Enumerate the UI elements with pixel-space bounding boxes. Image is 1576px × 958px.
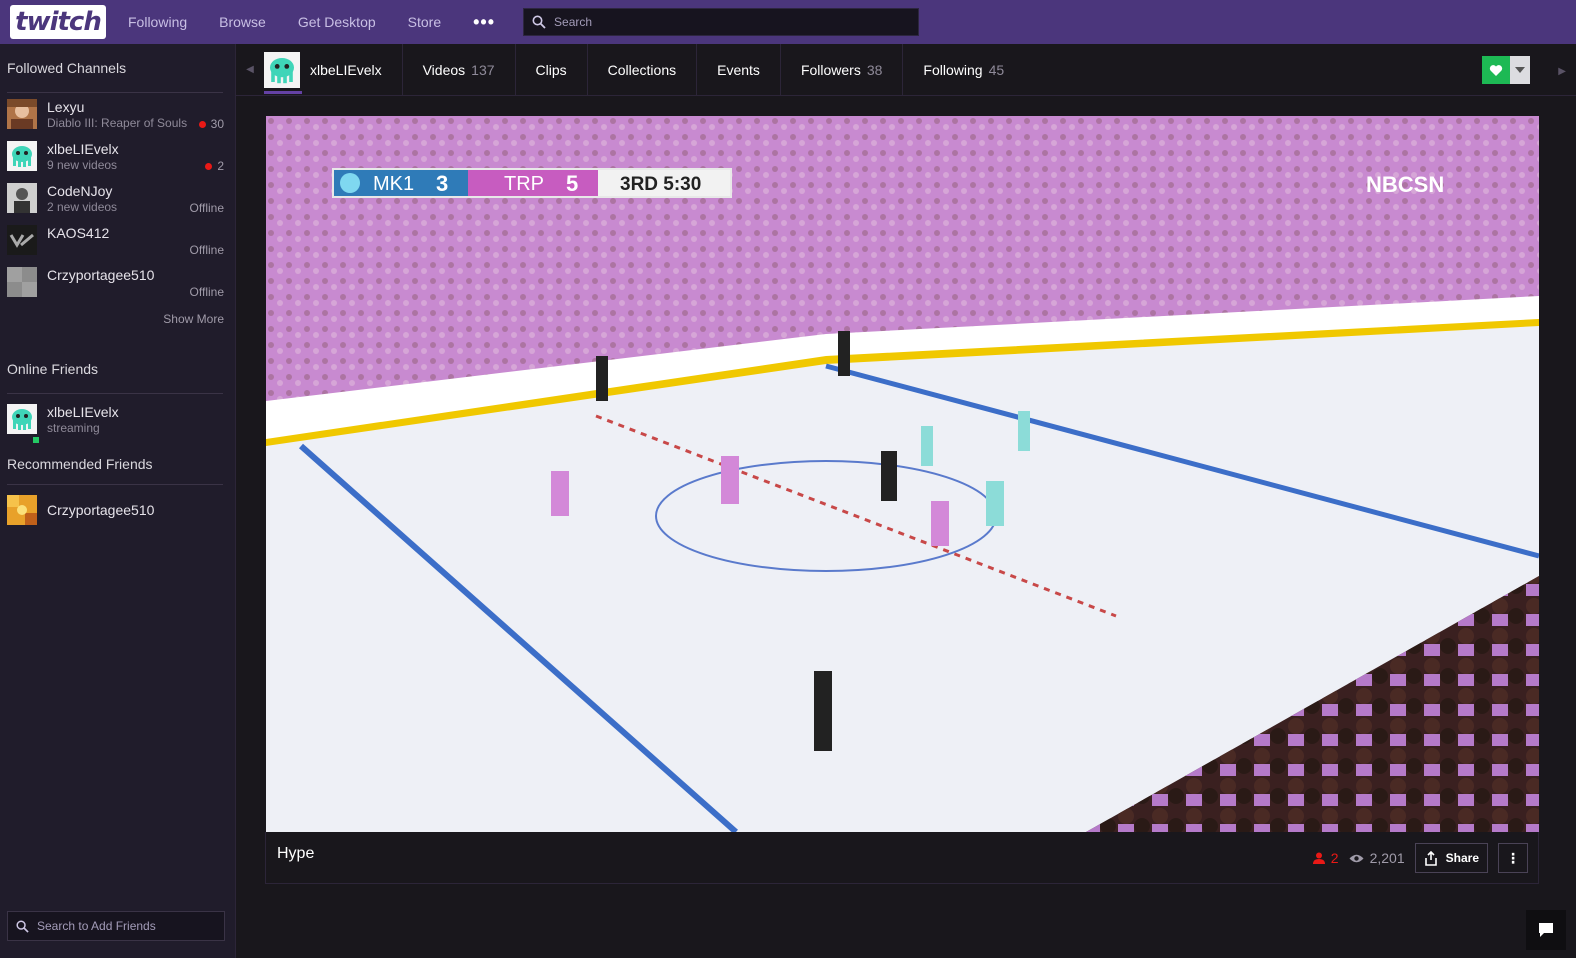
nav-more-button[interactable]: •••: [473, 12, 495, 33]
eye-icon: [1349, 854, 1364, 862]
tab-label: Events: [717, 61, 760, 78]
tab-videos[interactable]: Videos 137: [403, 43, 516, 96]
channel-owner[interactable]: xlbeLIEvelx: [264, 43, 403, 96]
nav-get-desktop[interactable]: Get Desktop: [298, 14, 376, 30]
score-team1: MK1: [373, 173, 414, 195]
friend-search-input[interactable]: [37, 919, 217, 933]
offline-label: Offline: [189, 243, 224, 257]
share-label: Share: [1445, 851, 1479, 865]
channel-bar: ◀ xlbeLIEvelx Videos 137 Clips Collection…: [236, 43, 1576, 96]
search-bar[interactable]: [523, 8, 920, 36]
viewer-count: 30: [210, 117, 224, 131]
friend-status: streaming: [47, 421, 100, 435]
show-more-link[interactable]: Show More: [0, 307, 235, 331]
offline-label: Offline: [189, 201, 224, 215]
recommended-friends-heading: Recommended Friends: [7, 456, 153, 472]
top-nav: twitch Following Browse Get Desktop Stor…: [0, 0, 1576, 44]
avatar: [7, 404, 37, 434]
network-logo: NBCSN: [1366, 172, 1444, 197]
channel-item-codenjoy[interactable]: CodeNJoy 2 new videos Offline: [0, 177, 235, 219]
search-icon: [16, 919, 29, 933]
nav-following[interactable]: Following: [128, 14, 187, 30]
nav-browse[interactable]: Browse: [219, 14, 266, 30]
avatar: [7, 267, 37, 297]
clip-title: Hype: [277, 844, 315, 862]
chat-icon: [1539, 923, 1553, 937]
online-status-icon: [32, 436, 40, 444]
tab-collections[interactable]: Collections: [588, 43, 698, 96]
hockey-game-frame: MK1 3 TRP 5 3RD 5:30 NBCSN: [266, 116, 1539, 832]
twitch-logo[interactable]: twitch: [10, 5, 106, 39]
tab-followers[interactable]: Followers 38: [781, 43, 904, 96]
view-count: 2,201: [1369, 850, 1405, 866]
channel-item-lexyu[interactable]: Lexyu Diablo III: Reaper of Souls 30: [0, 93, 235, 135]
more-options-button[interactable]: ⋮: [1498, 843, 1528, 873]
channel-name: Lexyu: [47, 99, 85, 115]
live-dot-icon: [205, 162, 213, 170]
tab-count: 137: [471, 61, 495, 78]
search-icon: [532, 15, 546, 29]
video-player[interactable]: MK1 3 TRP 5 3RD 5:30 NBCSN: [266, 116, 1539, 832]
user-icon: [1312, 852, 1325, 864]
tab-count: 38: [866, 61, 883, 78]
friend-search-bar[interactable]: [7, 911, 225, 941]
follow-button[interactable]: [1482, 56, 1530, 84]
chevron-down-icon[interactable]: [1510, 56, 1530, 84]
avatar: [7, 141, 37, 171]
channel-item-crzyportagee510[interactable]: Crzyportagee510 Offline: [0, 261, 235, 303]
channel-name: xlbeLIEvelx: [47, 141, 119, 157]
share-icon: [1424, 850, 1437, 866]
score-team2: TRP: [504, 173, 544, 195]
search-input[interactable]: [554, 15, 895, 29]
nav-store[interactable]: Store: [408, 14, 441, 30]
tab-label: Collections: [607, 61, 677, 78]
channel-owner-name: xlbeLIEvelx: [310, 61, 382, 78]
friend-name: xlbeLIEvelx: [47, 404, 119, 420]
channel-sub: 9 new videos: [47, 158, 118, 172]
scroll-left-icon[interactable]: ◀: [236, 64, 264, 75]
scroll-right-icon[interactable]: ▶: [1558, 66, 1566, 77]
tab-events[interactable]: Events: [697, 43, 781, 96]
share-button[interactable]: Share: [1414, 843, 1488, 873]
tab-label: Followers: [800, 61, 861, 78]
offline-label: Offline: [189, 285, 224, 299]
channel-name: KAOS412: [47, 225, 110, 241]
sidebar: Followed Channels Lexyu Diablo III: Reap…: [0, 44, 236, 958]
avatar: [264, 51, 300, 88]
channel-item-xlbelievelx[interactable]: xlbeLIEvelx 9 new videos 2: [0, 135, 235, 177]
tab-label: Following: [923, 61, 983, 78]
avatar: [7, 225, 37, 255]
viewer-count: 2: [217, 159, 224, 173]
chat-toggle-button[interactable]: [1526, 910, 1566, 950]
avatar: [7, 183, 37, 213]
avatar: [7, 495, 37, 525]
channel-name: Crzyportagee510: [47, 267, 155, 283]
tab-count: 45: [988, 61, 1005, 78]
avatar: [7, 99, 37, 129]
recommended-friend-item[interactable]: Crzyportagee510: [0, 485, 235, 535]
channel-item-kaos412[interactable]: KAOS412 Offline: [0, 219, 235, 261]
tab-clips[interactable]: Clips: [516, 43, 588, 96]
live-dot-icon: [198, 120, 206, 128]
active-indicator: [264, 90, 302, 94]
online-friends-heading: Online Friends: [7, 361, 99, 377]
live-viewers: 2: [1330, 850, 1339, 866]
score-period: 3RD 5:30: [620, 174, 701, 195]
clip-info-bar: Hype 2 2,201 Share ⋮: [265, 832, 1539, 884]
score-value2: 5: [566, 171, 578, 196]
tab-label: Videos: [422, 61, 466, 78]
channel-name: CodeNJoy: [47, 183, 113, 199]
followed-channels-heading: Followed Channels: [7, 60, 127, 76]
heart-icon[interactable]: [1482, 56, 1510, 84]
score-value1: 3: [436, 171, 448, 196]
tab-following[interactable]: Following 45: [903, 44, 1024, 96]
tab-label: Clips: [535, 61, 567, 78]
friend-name: Crzyportagee510: [47, 502, 155, 518]
